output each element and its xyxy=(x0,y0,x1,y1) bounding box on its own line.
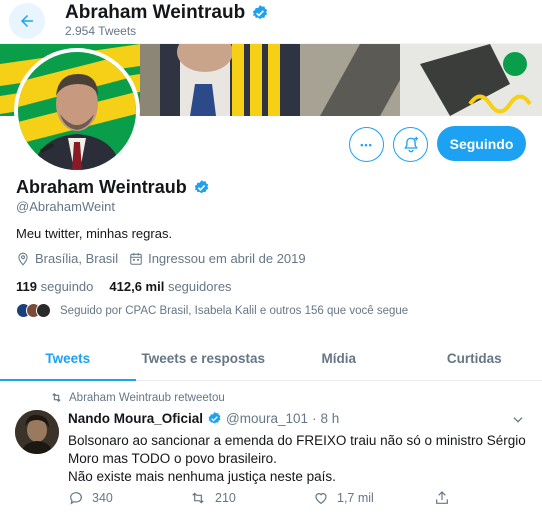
following-label: seguindo xyxy=(40,279,94,294)
header-name: Abraham Weintraub xyxy=(65,2,246,23)
avatar xyxy=(36,303,51,318)
profile-stats: 119 seguindo 412,6 mil seguidores xyxy=(16,279,232,294)
tweet-author-handle[interactable]: @moura_101 xyxy=(226,411,308,426)
retweet-context: Abraham Weintraub retweetou xyxy=(50,391,225,404)
tweet-menu-button[interactable] xyxy=(511,413,525,432)
tweet-line: Não existe mais nenhuma justiça neste pa… xyxy=(68,469,336,484)
following-count: 119 xyxy=(16,279,37,294)
following-stat[interactable]: 119 seguindo xyxy=(16,279,93,294)
like-button[interactable]: 1,7 mil xyxy=(313,490,374,506)
share-icon xyxy=(436,491,448,504)
notifications-button[interactable] xyxy=(393,127,428,162)
retweet-count: 210 xyxy=(215,491,236,505)
profile-meta: Brasília, Brasil Ingressou em abril de 2… xyxy=(16,251,306,266)
followed-by-row[interactable]: Seguido por CPAC Brasil, Isabela Kalil e… xyxy=(16,303,408,318)
calendar-icon xyxy=(130,252,142,265)
bell-plus-icon xyxy=(403,136,418,152)
avatar xyxy=(18,52,136,170)
retweet-context-text: Abraham Weintraub retweetou xyxy=(69,391,225,404)
followed-by-avatars xyxy=(16,303,51,318)
followed-by-text: Seguido por CPAC Brasil, Isabela Kalil e… xyxy=(60,304,409,317)
verified-badge-icon xyxy=(194,180,208,194)
chevron-down-icon xyxy=(513,417,523,423)
profile-name: Abraham Weintraub xyxy=(16,177,187,197)
header-title: Abraham Weintraub xyxy=(65,2,269,24)
followers-stat[interactable]: 412,6 mil seguidores xyxy=(109,279,231,294)
retweet-button[interactable]: 210 xyxy=(189,490,236,506)
tweet-header: Nando Moura_Oficial @moura_101 · 8 h xyxy=(68,411,339,426)
tweet-text: Bolsonaro ao sancionar a emenda do FREIX… xyxy=(68,432,528,486)
followers-count: 412,6 mil xyxy=(109,279,165,294)
tweet-time[interactable]: 8 h xyxy=(321,411,340,426)
share-button[interactable] xyxy=(434,490,450,506)
back-button[interactable] xyxy=(9,3,45,39)
followers-label: seguidores xyxy=(167,279,232,294)
reply-count: 340 xyxy=(92,491,113,505)
profile-joined: Ingressou em abril de 2019 xyxy=(148,251,306,266)
tab-tweets-and-replies[interactable]: Tweets e respostas xyxy=(136,336,272,380)
tweet-separator: · xyxy=(312,411,317,426)
verified-badge-icon xyxy=(253,5,268,20)
reply-icon xyxy=(70,492,82,505)
tweet-author-avatar[interactable] xyxy=(15,410,59,454)
reply-button[interactable]: 340 xyxy=(68,490,113,506)
profile-tabs: Tweets Tweets e respostas Mídia Curtidas xyxy=(0,336,542,381)
profile-name-row: Abraham Weintraub xyxy=(16,177,210,198)
tab-media[interactable]: Mídia xyxy=(271,336,407,380)
more-options-button[interactable]: ••• xyxy=(349,127,384,162)
heart-icon xyxy=(315,493,327,505)
tab-likes[interactable]: Curtidas xyxy=(407,336,542,380)
header-tweet-count: 2.954 Tweets xyxy=(65,24,137,38)
profile-bio: Meu twitter, minhas regras. xyxy=(16,226,173,241)
avatar-image xyxy=(18,52,136,170)
avatar xyxy=(15,410,59,454)
more-options-label: ••• xyxy=(360,139,373,150)
tab-tweets[interactable]: Tweets xyxy=(0,336,136,381)
profile-handle: @AbrahamWeint xyxy=(16,199,115,214)
arrow-left-icon xyxy=(21,15,33,27)
tweet-line: Moro mas TODO o povo brasileiro. xyxy=(68,451,277,466)
retweet-icon xyxy=(52,392,61,403)
tweet-line: Bolsonaro ao sancionar a emenda do FREIX… xyxy=(68,433,526,448)
following-button[interactable]: Seguindo xyxy=(437,126,526,161)
like-count: 1,7 mil xyxy=(337,491,374,505)
tweet-author-name[interactable]: Nando Moura_Oficial xyxy=(68,411,203,426)
profile-header-bar: Abraham Weintraub 2.954 Tweets xyxy=(0,0,542,44)
profile-location: Brasília, Brasil xyxy=(35,251,119,266)
profile-avatar[interactable] xyxy=(14,48,140,174)
retweet-icon xyxy=(192,492,204,504)
map-pin-icon xyxy=(18,252,28,266)
tweet-actions: 340 210 1,7 mil xyxy=(68,490,468,510)
verified-badge-icon xyxy=(208,411,221,424)
